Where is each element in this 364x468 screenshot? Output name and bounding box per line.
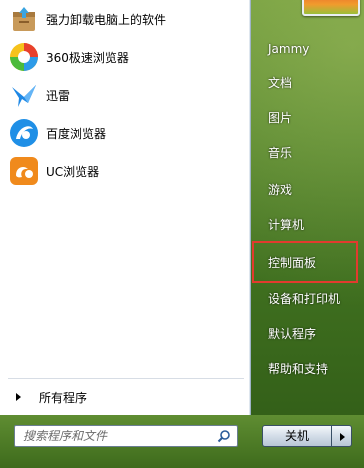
program-label: 迅雷 [46, 88, 71, 103]
right-item-default-programs[interactable]: 默认程序 [262, 319, 364, 349]
right-item-help-support[interactable]: 帮助和支持 [262, 354, 364, 384]
baidu-browser-icon [10, 119, 38, 147]
all-programs-button[interactable]: 所有程序 [0, 380, 250, 414]
search-icon[interactable] [217, 429, 231, 443]
arrow-right-icon [340, 433, 345, 441]
divider [8, 378, 244, 379]
user-picture[interactable] [302, 0, 360, 16]
360-browser-icon [10, 43, 38, 71]
xunlei-bird-icon [12, 85, 36, 107]
right-item-computer[interactable]: 计算机 [262, 210, 364, 240]
program-list: 强力卸载电脑上的软件 360极速浏览器 迅雷 百度浏览器 UC浏览器 [0, 0, 250, 190]
program-item-360-browser[interactable]: 360极速浏览器 [0, 38, 250, 76]
right-item-user[interactable]: Jammy [262, 34, 364, 64]
program-item-baidu-browser[interactable]: 百度浏览器 [0, 114, 250, 152]
all-programs-label: 所有程序 [39, 390, 88, 405]
right-item-documents[interactable]: 文档 [262, 68, 364, 98]
program-label: 360极速浏览器 [46, 50, 129, 65]
program-item-uninstaller[interactable]: 强力卸载电脑上的软件 [0, 0, 250, 38]
uc-browser-icon [10, 157, 38, 185]
shutdown-options-button[interactable] [332, 425, 352, 447]
right-item-pictures[interactable]: 图片 [262, 103, 364, 133]
right-item-music[interactable]: 音乐 [262, 138, 364, 168]
right-item-games[interactable]: 游戏 [262, 175, 364, 205]
program-item-xunlei[interactable]: 迅雷 [0, 76, 250, 114]
arrow-right-icon [16, 393, 21, 401]
search-box[interactable] [14, 425, 238, 447]
program-label: UC浏览器 [46, 164, 100, 179]
shutdown-button[interactable]: 关机 [262, 425, 332, 447]
program-label: 强力卸载电脑上的软件 [46, 12, 167, 27]
program-item-uc-browser[interactable]: UC浏览器 [0, 152, 250, 190]
uninstall-box-icon [13, 7, 35, 31]
right-item-devices-printers[interactable]: 设备和打印机 [262, 284, 364, 314]
program-label: 百度浏览器 [46, 126, 107, 141]
search-input[interactable] [15, 426, 219, 446]
control-panel-highlight-box [252, 241, 358, 283]
programs-pane: 强力卸载电脑上的软件 360极速浏览器 迅雷 百度浏览器 UC浏览器 所有程序 [0, 0, 251, 415]
